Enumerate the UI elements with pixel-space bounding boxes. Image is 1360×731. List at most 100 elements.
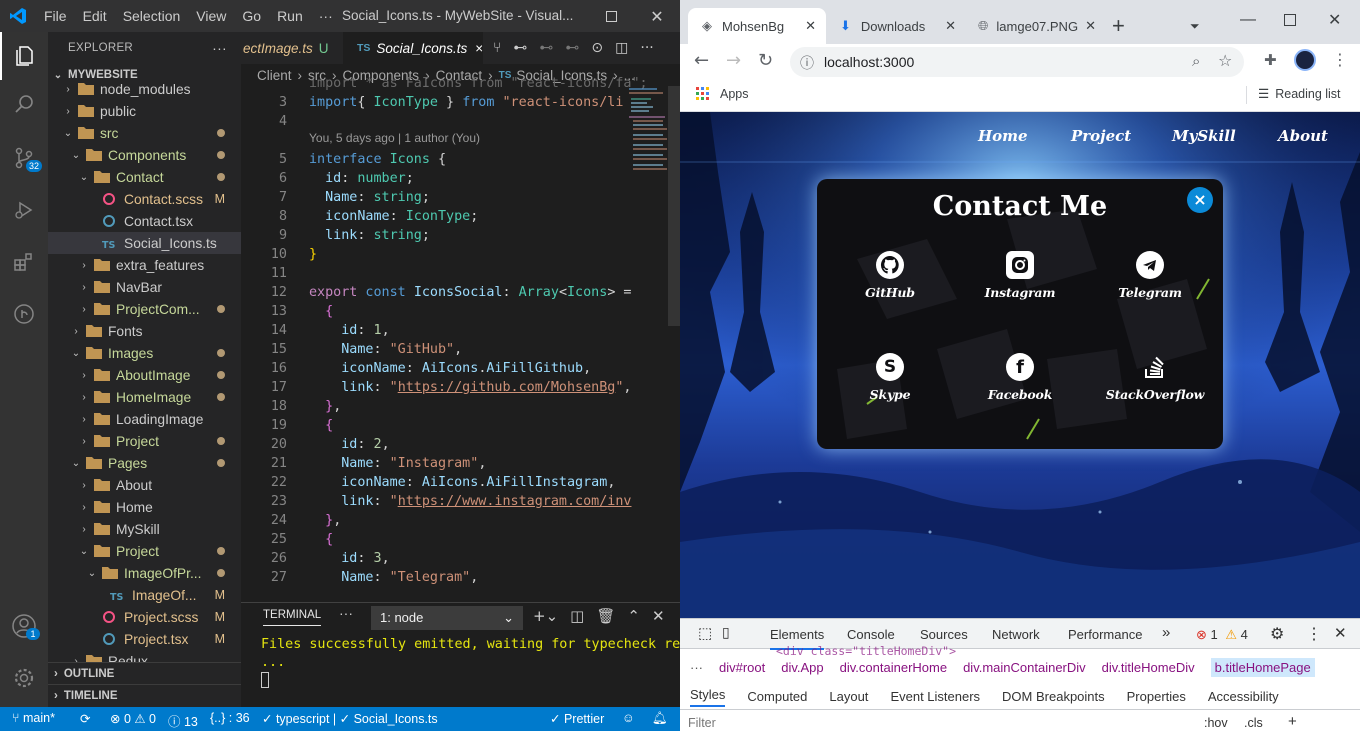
subtab-layout[interactable]: Layout (829, 689, 868, 704)
tab-social-icons[interactable]: TS Social_Icons.ts × (343, 32, 483, 64)
hov-toggle[interactable]: :hov (1204, 716, 1228, 730)
sync-icon[interactable]: ⟳ (80, 711, 90, 726)
menu-file[interactable]: File (36, 8, 75, 24)
source-control-icon[interactable]: 32 (0, 134, 48, 182)
menu-run[interactable]: Run (269, 8, 311, 24)
tree-folder[interactable]: › Home (48, 496, 241, 518)
prev-change-icon[interactable]: ⊷ (539, 40, 553, 56)
bookmark-star-icon[interactable]: ☆ (1218, 51, 1232, 70)
dom-crumb[interactable]: div.mainContainerDiv (963, 660, 1086, 675)
back-icon[interactable]: ← (694, 50, 709, 71)
tree-folder[interactable]: › AboutImage (48, 364, 241, 386)
tree-folder[interactable]: › MySkill (48, 518, 241, 540)
split-editor-icon[interactable]: ◫ (615, 40, 628, 56)
next-change-icon[interactable]: ⊷ (565, 40, 579, 56)
new-style-rule-button[interactable]: + (1288, 713, 1297, 730)
minimap[interactable] (627, 86, 669, 186)
device-toolbar-icon[interactable]: ▯ (722, 624, 730, 641)
social-github[interactable]: GitHub (835, 251, 945, 300)
subtab-computed[interactable]: Computed (747, 689, 807, 704)
accounts-icon[interactable]: 1 (0, 602, 48, 650)
subtab-styles[interactable]: Styles (690, 687, 726, 707)
browser-tab-downloads[interactable]: ⬇ Downloads ✕ (830, 8, 964, 44)
tree-file[interactable]: Contact.scss M (48, 188, 241, 210)
menu-view[interactable]: View (188, 8, 234, 24)
nav-project[interactable]: Project (1071, 127, 1131, 145)
tree-folder[interactable]: › node_modules (48, 78, 241, 100)
maximize-panel-icon[interactable]: ⌃ (627, 607, 640, 625)
modal-close-button[interactable]: × (1187, 187, 1213, 213)
compare-icon[interactable]: ⑂ (493, 40, 501, 56)
tree-folder[interactable]: › LoadingImage (48, 408, 241, 430)
tab-network[interactable]: Network (992, 627, 1040, 642)
dom-crumb[interactable]: div.App (781, 660, 823, 675)
chrome-menu-icon[interactable]: ⋮ (1332, 50, 1348, 69)
close-window-icon[interactable]: ✕ (1328, 2, 1341, 38)
tree-file[interactable]: Project.scss M (48, 606, 241, 628)
address-bar[interactable]: ⓘ localhost:3000 ⌕ ☆ (790, 47, 1244, 77)
split-terminal-icon[interactable]: ◫ (570, 607, 584, 625)
tree-folder[interactable]: ⌄ Project (48, 540, 241, 562)
tree-folder[interactable]: ⌄ Contact (48, 166, 241, 188)
browser-tab-mohsenbg[interactable]: ◈ MohsenBg ✕ (688, 8, 826, 44)
menu-go[interactable]: Go (234, 8, 269, 24)
subtab-properties[interactable]: Properties (1127, 689, 1186, 704)
dom-crumb[interactable]: div.titleHomeDiv (1102, 660, 1195, 675)
close-tab-icon[interactable]: × (475, 41, 483, 56)
nav-home[interactable]: Home (978, 127, 1028, 145)
tree-folder[interactable]: › About (48, 474, 241, 496)
tree-folder[interactable]: › NavBar (48, 276, 241, 298)
social-facebook[interactable]: f Facebook (965, 353, 1075, 402)
apps-bookmark[interactable]: Apps (696, 87, 749, 101)
prettier-status[interactable]: ✓ Prettier (550, 711, 604, 726)
tree-folder[interactable]: › HomeImage (48, 386, 241, 408)
social-skype[interactable]: S Skype (835, 353, 945, 402)
tree-folder[interactable]: › extra_features (48, 254, 241, 276)
settings-gear-icon[interactable] (0, 654, 48, 702)
tab-console[interactable]: Console (847, 627, 895, 642)
devtools-menu-icon[interactable]: ⋮ (1306, 624, 1322, 644)
dom-crumb[interactable]: div.containerHome (840, 660, 947, 675)
profile-avatar[interactable] (1294, 49, 1316, 71)
terminal-select[interactable]: 1: node ⌄ (371, 606, 523, 630)
kill-terminal-icon[interactable]: 🗑 (596, 607, 615, 625)
tree-file[interactable]: Contact.tsx (48, 210, 241, 232)
maximize-icon[interactable] (1284, 2, 1296, 38)
more-actions-icon[interactable]: ··· (640, 40, 653, 56)
inspect-element-icon[interactable]: ⬚ (698, 624, 712, 642)
subtab-accessibility[interactable]: Accessibility (1208, 689, 1279, 704)
tab-sources[interactable]: Sources (920, 627, 968, 642)
close-window-icon[interactable]: ✕ (634, 0, 680, 32)
social-stackoverflow[interactable]: StackOverflow (1100, 353, 1210, 402)
cls-toggle[interactable]: .cls (1244, 716, 1263, 730)
tree-folder[interactable]: › ProjectCom... (48, 298, 241, 320)
zoom-search-icon[interactable]: ⌕ (1192, 52, 1200, 70)
info-icon[interactable]: ⓘ (800, 53, 814, 73)
tree-folder[interactable]: ⌄ Components (48, 144, 241, 166)
minimize-icon[interactable]: — (1240, 2, 1256, 38)
close-panel-icon[interactable]: ✕ (652, 607, 665, 625)
close-devtools-icon[interactable]: ✕ (1334, 624, 1347, 642)
language-status[interactable]: ✓ typescript | ✓ Social_Icons.ts (262, 711, 438, 726)
codelens-blame[interactable]: You, 5 days ago | 1 author (You) (309, 129, 480, 148)
tree-file[interactable]: Project.tsx M (48, 628, 241, 650)
reading-list[interactable]: ☰ Reading list (1258, 86, 1341, 101)
reload-icon[interactable]: ↻ (758, 50, 773, 71)
subtab-dom-breakpoints[interactable]: DOM Breakpoints (1002, 689, 1105, 704)
styles-filter-input[interactable]: Filter (688, 716, 716, 730)
explorer-more-icon[interactable]: ··· (212, 40, 227, 56)
tree-folder[interactable]: ⌄ Pages (48, 452, 241, 474)
dom-more-icon[interactable]: ··· (690, 660, 703, 675)
problems-status[interactable]: ⊗ 0 ⚠ 0 (110, 711, 156, 726)
dom-crumb[interactable]: div#root (719, 660, 765, 675)
dom-crumb-selected[interactable]: b.titleHomePage (1210, 657, 1315, 677)
timeline-section[interactable]: › TIMELINE (48, 684, 241, 706)
tree-folder[interactable]: ⌄ Images (48, 342, 241, 364)
tree-file[interactable]: TS ImageOf... M (48, 584, 241, 606)
maximize-icon[interactable] (588, 0, 634, 32)
explorer-icon[interactable] (0, 32, 48, 80)
social-telegram[interactable]: Telegram (1095, 251, 1205, 300)
more-tabs-icon[interactable]: » (1162, 624, 1170, 641)
extensions-icon[interactable] (0, 238, 48, 286)
close-tab-icon[interactable]: ✕ (945, 18, 956, 34)
